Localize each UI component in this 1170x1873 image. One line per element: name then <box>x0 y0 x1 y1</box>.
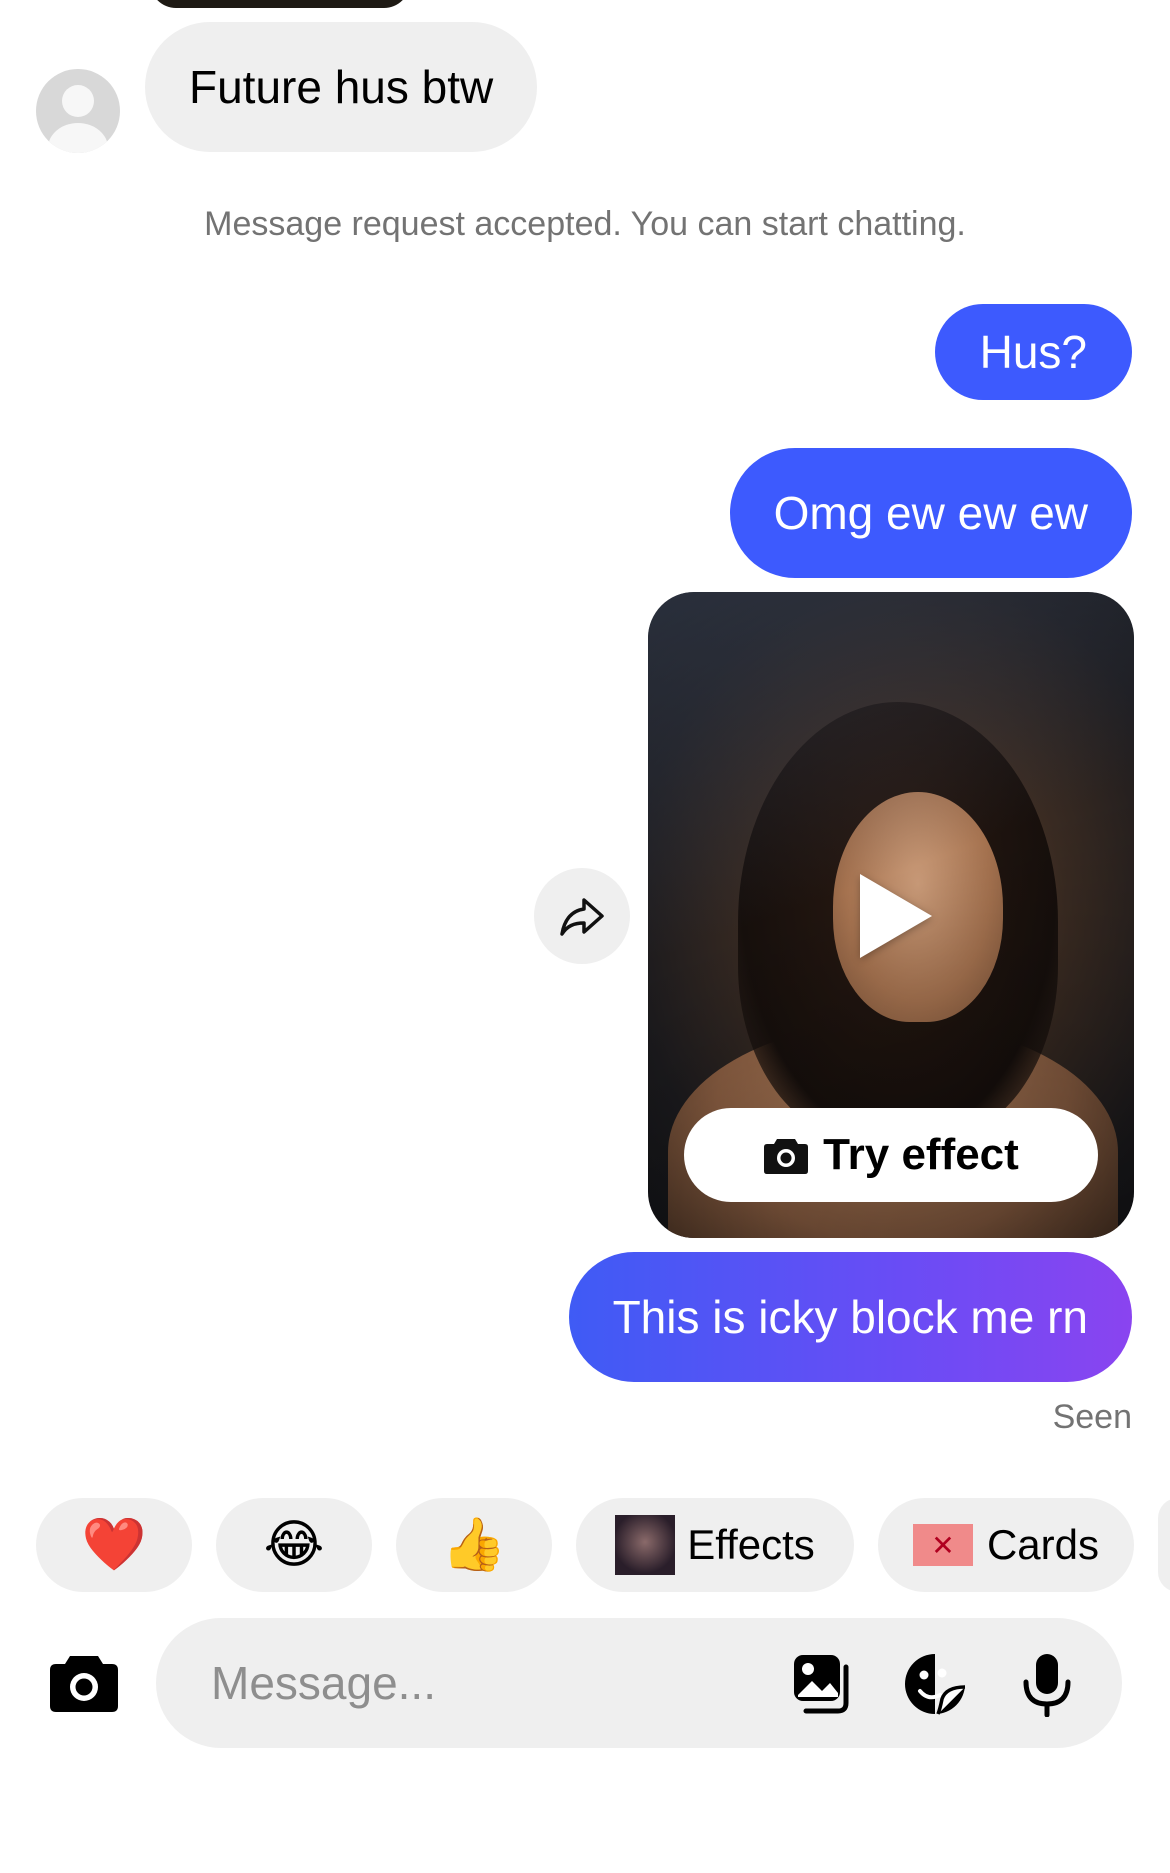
quick-reaction-heart[interactable]: ❤️ <box>36 1498 192 1592</box>
quick-reaction-laugh[interactable]: 😂 <box>216 1498 372 1592</box>
outgoing-message-bubble[interactable]: Hus? <box>934 304 1132 400</box>
incoming-message-bubble[interactable]: Future hus btw <box>145 22 538 152</box>
message-request-notice: Message request accepted. You can start … <box>204 205 966 243</box>
sender-avatar[interactable] <box>36 69 120 153</box>
outgoing-message-bubble[interactable]: This is icky block me rn <box>568 1252 1132 1382</box>
outgoing-message-text: Hus? <box>979 326 1087 378</box>
tears-of-joy-emoji-icon: 😂 <box>263 1516 325 1574</box>
effect-thumbnail-icon <box>615 1515 676 1575</box>
effects-label: Effects <box>687 1521 815 1568</box>
microphone-icon[interactable] <box>1014 1651 1080 1717</box>
outgoing-message-text: This is icky block me rn <box>612 1291 1088 1343</box>
camera-icon <box>764 1139 809 1174</box>
outgoing-message-bubble[interactable]: Omg ew ew ew <box>729 448 1132 578</box>
share-arrow-icon <box>560 898 604 936</box>
incoming-message-text: Future hus btw <box>189 61 494 113</box>
cards-label: Cards <box>986 1521 1100 1568</box>
previous-media-message[interactable] <box>150 0 410 8</box>
gift-card-icon: ✕ <box>912 1524 973 1566</box>
red-heart-emoji-icon: ❤️ <box>81 1516 147 1574</box>
quick-reaction-thumbs-up[interactable]: 👍 <box>396 1498 552 1592</box>
share-button[interactable] <box>534 868 630 964</box>
play-icon[interactable] <box>860 874 932 958</box>
try-effect-label: Try effect <box>823 1130 1019 1179</box>
more-chip[interactable] <box>1158 1498 1170 1592</box>
camera-button[interactable] <box>48 1650 120 1714</box>
message-composer[interactable]: Message... <box>156 1618 1122 1748</box>
thumbs-up-emoji-icon: 👍 <box>441 1516 507 1574</box>
seen-status: Seen <box>1052 1398 1132 1436</box>
camera-icon <box>50 1656 118 1712</box>
outgoing-message-text: Omg ew ew ew <box>773 487 1088 539</box>
effects-chip[interactable]: Effects <box>576 1498 854 1592</box>
try-effect-button[interactable]: Try effect <box>684 1108 1098 1202</box>
video-message[interactable]: Try effect <box>648 592 1134 1238</box>
sticker-icon[interactable] <box>902 1651 968 1717</box>
gallery-icon[interactable] <box>790 1651 856 1717</box>
cards-chip[interactable]: ✕ Cards <box>878 1498 1134 1592</box>
message-input[interactable]: Message... <box>211 1618 436 1748</box>
